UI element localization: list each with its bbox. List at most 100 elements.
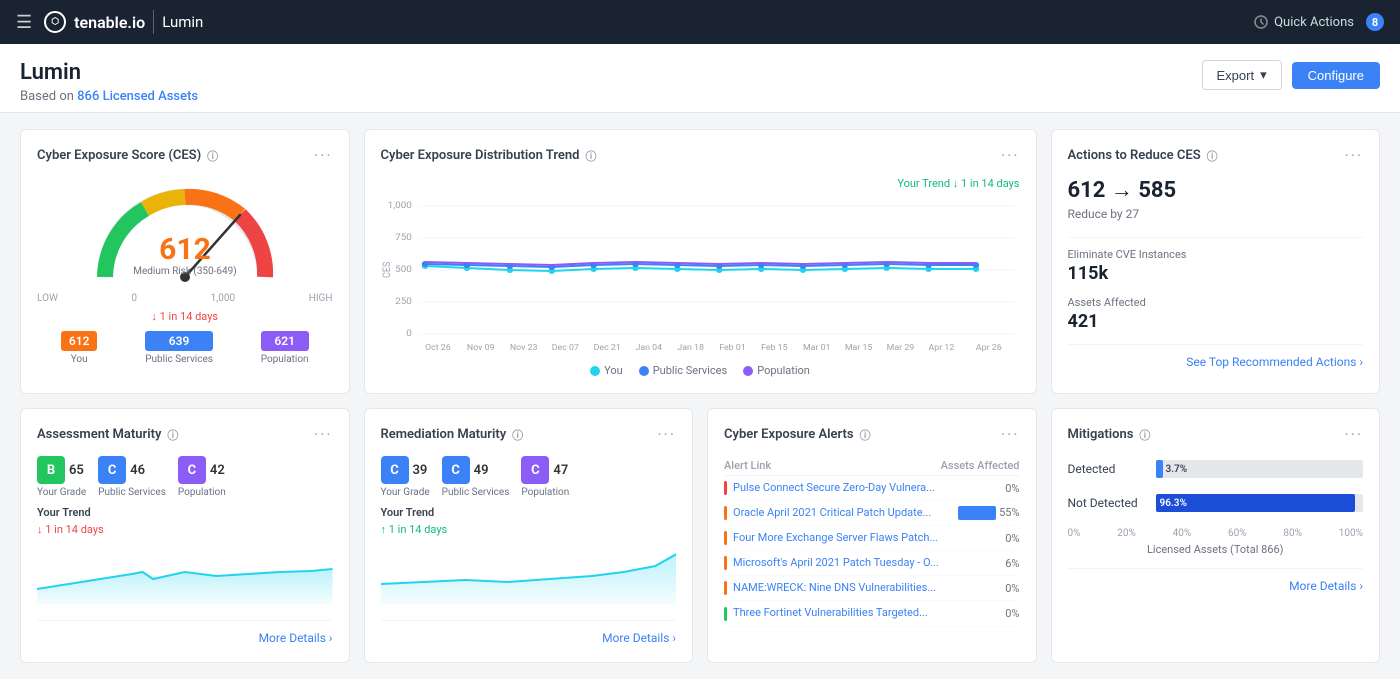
assessment-public-score: C 46 Public Services — [98, 456, 166, 498]
svg-text:Nov 23: Nov 23 — [509, 343, 537, 353]
ces-range-low: 0 — [131, 293, 137, 304]
remediation-public-grade: C — [442, 456, 470, 484]
svg-text:0: 0 — [406, 328, 412, 338]
not-detected-bar: 96.3% — [1156, 494, 1356, 512]
see-top-recommended-link[interactable]: See Top Recommended Actions › — [1186, 355, 1363, 369]
mitigations-more-details-link[interactable]: More Details › — [1289, 579, 1363, 593]
alerts-card-title: Cyber Exposure Alerts — [724, 427, 854, 442]
remediation-your-grade: C — [381, 456, 409, 484]
svg-text:Mar 01: Mar 01 — [802, 343, 830, 353]
assessment-trend-heading: Your Trend — [37, 506, 333, 519]
public-services-legend-label: Public Services — [653, 364, 727, 377]
logo[interactable]: ⬡ tenable.io Lumin — [44, 10, 203, 34]
svg-text:Mar 15: Mar 15 — [844, 343, 872, 353]
notification-badge[interactable]: 8 — [1366, 13, 1384, 31]
svg-text:Dec 21: Dec 21 — [593, 343, 620, 353]
alert-row: Pulse Connect Secure Zero-Day Vulnera...… — [724, 476, 1020, 501]
assessment-your-score: B 65 Your Grade — [37, 456, 86, 498]
not-detected-row: Not Detected 96.3% — [1068, 494, 1364, 512]
assessment-public-grade: C — [98, 456, 126, 484]
ces-trend: ↓ 1 in 14 days — [151, 310, 218, 323]
alert-bar — [958, 506, 997, 520]
assessment-your-label: Your Grade — [37, 487, 86, 498]
remediation-public-score-val: 49 — [474, 463, 489, 478]
alerts-table: Alert Link Assets Affected Pulse Connect… — [724, 456, 1020, 627]
assessment-your-score-val: 65 — [69, 463, 84, 478]
actions-card-menu[interactable]: ··· — [1344, 146, 1363, 165]
alert-link[interactable]: Three Fortinet Vulnerabilities Targeted.… — [733, 606, 928, 619]
trend-card-menu[interactable]: ··· — [1001, 146, 1020, 165]
quick-actions-label: Quick Actions — [1274, 15, 1354, 30]
export-button[interactable]: Export ▾ — [1202, 60, 1282, 90]
alert-link[interactable]: NAME:WRECK: Nine DNS Vulnerabilities... — [733, 581, 936, 594]
ces-gauge-svg: 612 Medium Risk (350-649) — [85, 177, 285, 287]
remediation-population-label: Population — [521, 487, 569, 498]
alert-link[interactable]: Pulse Connect Secure Zero-Day Vulnera... — [733, 481, 935, 494]
detected-bar: 3.7% — [1156, 460, 1164, 478]
detected-row: Detected 3.7% — [1068, 460, 1364, 478]
trend-info-icon[interactable]: ⓘ — [585, 148, 596, 164]
ces-low-label: LOW — [37, 293, 58, 304]
mitigations-card-menu[interactable]: ··· — [1344, 425, 1363, 444]
assessment-more-details-link[interactable]: More Details › — [259, 631, 333, 645]
remediation-population-grade: C — [521, 456, 549, 484]
assets-affected-label: Assets Affected — [1068, 296, 1364, 309]
actions-info-icon[interactable]: ⓘ — [1207, 148, 1218, 164]
svg-text:250: 250 — [395, 296, 412, 306]
alerts-info-icon[interactable]: ⓘ — [860, 427, 871, 443]
assessment-population-label: Population — [178, 487, 226, 498]
remediation-population-score-val: 47 — [553, 463, 568, 478]
population-label: Population — [261, 354, 309, 365]
svg-text:Apr 12: Apr 12 — [928, 343, 954, 353]
remediation-card: Remediation Maturity ⓘ ··· C 39 Your Gra… — [364, 408, 694, 663]
ces-badges: 612 You 639 Public Services 621 Populati… — [37, 331, 333, 365]
assessment-card-menu[interactable]: ··· — [314, 425, 333, 444]
assessment-scores: B 65 Your Grade C 46 Public Services C 4 — [37, 456, 333, 498]
not-detected-label: Not Detected — [1068, 496, 1148, 510]
svg-text:1,000: 1,000 — [387, 200, 411, 210]
mitigations-card-title: Mitigations — [1068, 427, 1134, 442]
alert-pct: 0% — [1005, 482, 1019, 495]
alert-color-indicator — [724, 531, 727, 545]
mitigation-subtitle: Licensed Assets (Total 866) — [1068, 543, 1364, 556]
svg-text:Oct 26: Oct 26 — [425, 343, 451, 353]
alerts-card-menu[interactable]: ··· — [1001, 425, 1020, 444]
subtitle-prefix: Based on — [20, 89, 74, 104]
remediation-more-details-link[interactable]: More Details › — [602, 631, 676, 645]
trend-card: Cyber Exposure Distribution Trend ⓘ ··· … — [364, 129, 1037, 394]
ces-to: 585 — [1138, 178, 1176, 203]
hamburger-menu[interactable]: ☰ — [16, 12, 32, 33]
eliminate-value: 115k — [1068, 263, 1364, 284]
clock-icon — [1254, 15, 1268, 29]
assessment-your-grade: B — [37, 456, 65, 484]
actions-card-title: Actions to Reduce CES — [1068, 148, 1201, 163]
svg-text:Feb 15: Feb 15 — [761, 343, 788, 353]
alert-row: Four More Exchange Server Flaws Patch...… — [724, 526, 1020, 551]
ces-info-icon[interactable]: ⓘ — [207, 148, 218, 164]
alert-link[interactable]: Microsoft's April 2021 Patch Tuesday - O… — [733, 556, 939, 569]
alert-link[interactable]: Oracle April 2021 Critical Patch Update.… — [733, 506, 931, 519]
alert-pct: 0% — [1005, 532, 1019, 545]
alert-color-indicator — [724, 481, 727, 495]
assessment-card-title: Assessment Maturity — [37, 427, 161, 442]
assessment-card: Assessment Maturity ⓘ ··· B 65 Your Grad… — [20, 408, 350, 663]
mitigations-card: Mitigations ⓘ ··· Detected 3.7% — [1051, 408, 1381, 663]
eliminate-label: Eliminate CVE Instances — [1068, 248, 1364, 261]
assessment-population-score-val: 42 — [210, 463, 225, 478]
configure-button[interactable]: Configure — [1292, 62, 1380, 89]
assessment-info-icon[interactable]: ⓘ — [167, 427, 178, 443]
alert-pct: 6% — [1005, 557, 1019, 570]
remediation-your-score: C 39 Your Grade — [381, 456, 430, 498]
remediation-card-menu[interactable]: ··· — [657, 425, 676, 444]
licensed-assets-link[interactable]: 866 Licensed Assets — [77, 89, 198, 104]
quick-actions-button[interactable]: Quick Actions — [1254, 15, 1354, 30]
alert-color-indicator — [724, 506, 727, 520]
mitigation-x-axis: 0% 20% 40% 60% 80% 100% — [1068, 528, 1364, 539]
alert-row: Three Fortinet Vulnerabilities Targeted.… — [724, 601, 1020, 626]
mitigations-info-icon[interactable]: ⓘ — [1139, 427, 1150, 443]
not-detected-pct: 96.3% — [1160, 498, 1187, 509]
remediation-info-icon[interactable]: ⓘ — [512, 427, 523, 443]
ces-card-menu[interactable]: ··· — [314, 146, 333, 165]
ces-from: 612 — [1068, 178, 1106, 203]
alert-link[interactable]: Four More Exchange Server Flaws Patch... — [733, 531, 938, 544]
